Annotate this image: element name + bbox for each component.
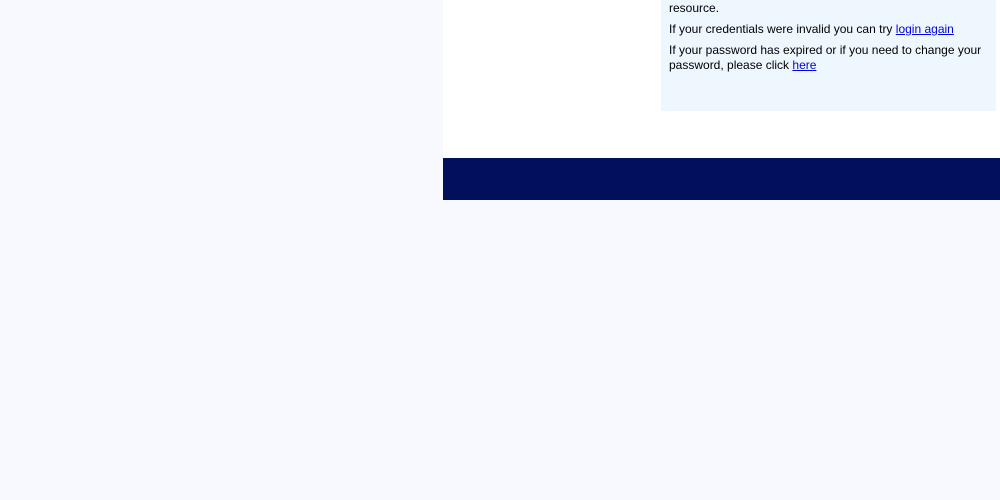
invalid-credentials-message: If your credentials were invalid you can… [669,22,988,37]
footer-bar [443,158,1000,200]
page: Administration if you need assistance to… [0,0,1000,500]
login-again-link[interactable]: login again [896,22,954,36]
error-info-panel: Administration if you need assistance to… [661,0,996,111]
main-content: Administration if you need assistance to… [443,0,1000,158]
change-password-link[interactable]: here [792,58,816,72]
invalid-credentials-text: If your credentials were invalid you can… [669,22,896,36]
password-expired-message: If your password has expired or if you n… [669,43,988,73]
assistance-message: Administration if you need assistance to… [669,0,988,16]
assistance-text: Administration if you need assistance to… [669,1,720,15]
password-expired-text: If your password has expired or if you n… [669,43,982,72]
